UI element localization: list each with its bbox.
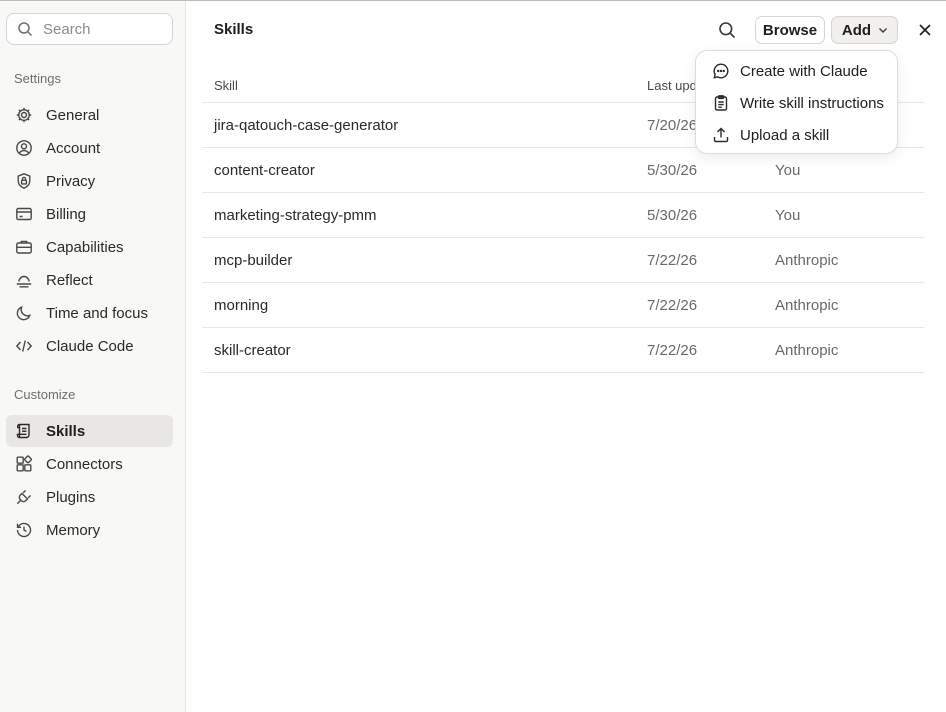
plug-icon [15,488,33,506]
menu-item-label: Create with Claude [740,62,868,80]
menu-item-label: Write skill instructions [740,94,884,112]
sidebar-item-label: Skills [46,422,86,440]
scroll-icon [15,422,33,440]
sidebar-search[interactable] [6,13,173,45]
skill-author: Anthropic [775,252,839,269]
search-input[interactable] [43,20,163,38]
settings-section-label: Settings [14,71,61,86]
column-header-last-updated[interactable]: Last upd [647,78,697,93]
skill-name: skill-creator [214,342,291,359]
sidebar-item-label: Reflect [46,271,93,289]
menu-item-write-skill-instructions[interactable]: Write skill instructions [702,88,893,118]
sidebar-item-billing[interactable]: Billing [6,198,173,230]
sidebar-item-time-and-focus[interactable]: Time and focus [6,297,173,329]
skills-search-button[interactable] [713,17,741,43]
sidebar-item-label: Memory [46,521,101,539]
history-icon [15,521,33,539]
page-title: Skills [214,21,254,38]
user-circle-icon [15,139,33,157]
table-row[interactable]: content-creator 5/30/26 You [202,148,924,193]
sidebar-item-skills[interactable]: Skills [6,415,173,447]
upload-icon [713,127,729,143]
briefcase-icon [15,238,33,256]
credit-card-icon [15,205,33,223]
sidebar-item-label: General [46,106,100,124]
browse-button[interactable]: Browse [755,16,825,44]
customize-section-label: Customize [14,387,76,402]
sidebar-item-label: Capabilities [46,238,124,256]
sidebar-item-plugins[interactable]: Plugins [6,481,173,513]
add-button[interactable]: Add [831,16,898,44]
skill-author: You [775,207,801,224]
sidebar-item-reflect[interactable]: Reflect [6,264,173,296]
close-button[interactable] [915,20,935,40]
add-button-label: Add [841,21,872,39]
chat-bubble-icon [713,63,729,79]
sidebar-item-label: Connectors [46,455,123,473]
sidebar-item-privacy[interactable]: Privacy [6,165,173,197]
code-icon [15,337,33,355]
menu-item-upload-a-skill[interactable]: Upload a skill [702,120,893,150]
skill-date: 5/30/26 [647,207,698,224]
skill-author: Anthropic [775,297,839,314]
skill-author: You [775,162,801,179]
shield-lock-icon [15,172,33,190]
table-row[interactable]: marketing-strategy-pmm 5/30/26 You [202,193,924,238]
sunset-icon [15,271,33,289]
gear-icon [15,106,33,124]
skill-name: content-creator [214,162,315,179]
skill-name: marketing-strategy-pmm [214,207,377,224]
sidebar-item-account[interactable]: Account [6,132,173,164]
skill-date: 7/22/26 [647,342,698,359]
settings-window: Settings General Account Privacy Billing… [0,0,946,712]
sidebar-item-label: Account [46,139,101,157]
skill-name: jira-qatouch-case-generator [214,117,399,134]
skill-date: 7/20/26 [647,117,698,134]
table-row[interactable]: skill-creator 7/22/26 Anthropic [202,328,924,373]
menu-item-label: Upload a skill [740,126,830,144]
table-row[interactable]: mcp-builder 7/22/26 Anthropic [202,238,924,283]
sidebar-item-label: Billing [46,205,87,223]
sidebar-item-label: Time and focus [46,304,148,322]
sidebar-item-label: Plugins [46,488,96,506]
close-icon [919,24,931,36]
add-dropdown-menu: Create with Claude Write skill instructi… [695,50,898,154]
column-header-skill: Skill [214,78,238,93]
table-row[interactable]: morning 7/22/26 Anthropic [202,283,924,328]
sidebar-item-general[interactable]: General [6,99,173,131]
skill-author: Anthropic [775,342,839,359]
sidebar-item-connectors[interactable]: Connectors [6,448,173,480]
sidebar: Settings General Account Privacy Billing… [0,1,186,712]
clipboard-icon [714,95,728,111]
sidebar-item-capabilities[interactable]: Capabilities [6,231,173,263]
chevron-down-icon [879,28,888,33]
skill-name: mcp-builder [214,252,293,269]
skill-date: 7/22/26 [647,252,698,269]
sidebar-item-memory[interactable]: Memory [6,514,173,546]
skill-name: morning [214,297,269,314]
menu-item-create-with-claude[interactable]: Create with Claude [702,56,893,86]
moon-icon [15,304,33,322]
sidebar-item-label: Claude Code [46,337,134,355]
blocks-icon [15,455,33,473]
search-icon [18,22,33,37]
skill-date: 7/22/26 [647,297,698,314]
search-icon [719,22,736,39]
sidebar-item-claude-code[interactable]: Claude Code [6,330,173,362]
sidebar-item-label: Privacy [46,172,96,190]
skill-date: 5/30/26 [647,162,698,179]
